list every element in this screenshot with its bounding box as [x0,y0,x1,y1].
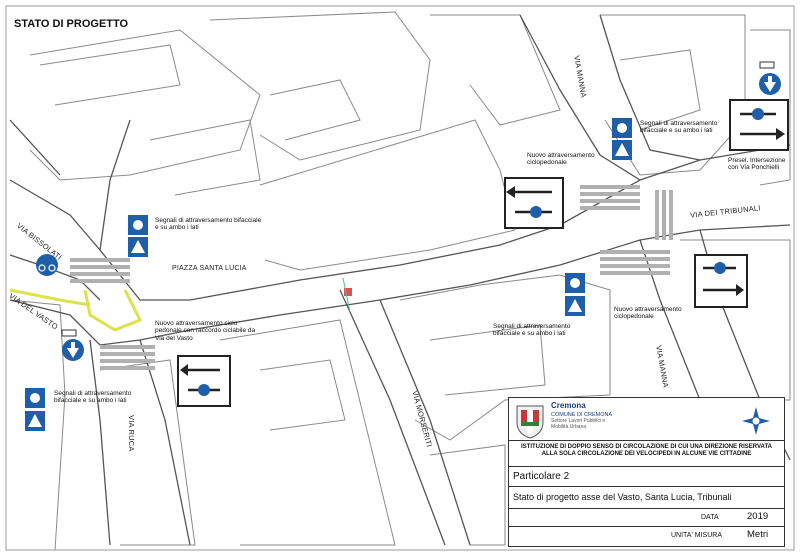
note-segnali-bottom-left: Segnali di attraversamento bifacciale e … [54,390,132,405]
bidirectional-panel-right [729,99,789,151]
titleblock-unit-label: UNITA' MISURA [671,532,722,539]
titleblock-data-value: 2019 [747,511,769,522]
bidirectional-panel-bottom [177,355,231,407]
note-segnali-center-right: Segnali di attraversamento bifacciale e … [493,323,571,338]
note-presel: Presel. Intersezione con Via Ponchielli [728,157,786,172]
place-label-piazza-santa-lucia: PIAZZA SANTA LUCIA [172,265,247,272]
titleblock-subject: Stato di progetto asse del Vasto, Santa … [513,492,732,502]
street-label-via-ruca: VIA RUCA [127,415,136,452]
map-title: STATO DI PROGETTO [14,18,129,30]
titleblock-unit-value: Metri [747,529,769,540]
titleblock-office-3: Mobilità Urbana [551,424,587,430]
compass-rose-icon [742,407,770,435]
bidirectional-panel-top [504,177,564,229]
note-segnali-top-right: Segnali di attraversamento bifacciale e … [640,120,718,135]
titleblock-sheet: Particolare 2 [513,471,570,482]
note-nuovo-ciclopedonale-top: Nuovo attraversamento ciclopedonale [527,152,595,167]
title-block: Cremona COMUNE DI CREMONA Settore Lavori… [508,397,785,547]
titleblock-city: Cremona [551,401,586,410]
bidirectional-panel-lower-right [694,254,748,308]
note-nuovo-raccordo: Nuovo attraversamento ciclo pedonale con… [155,320,256,342]
titleblock-description: ISTITUZIONE DI DOPPIO SENSO DI CIRCOLAZI… [520,444,772,457]
map-sheet: STATO DI PROGETTO VIA BISSOLATI VIA DEL … [0,0,800,555]
note-nuovo-ciclopedonale-right: Nuovo attraversamento ciclopedonale [614,306,682,321]
cremona-crest-icon [516,405,544,439]
titleblock-data-label: DATA [701,514,719,521]
note-segnali-top-left: Segnali di attraversamento bifacciale e … [155,217,262,232]
